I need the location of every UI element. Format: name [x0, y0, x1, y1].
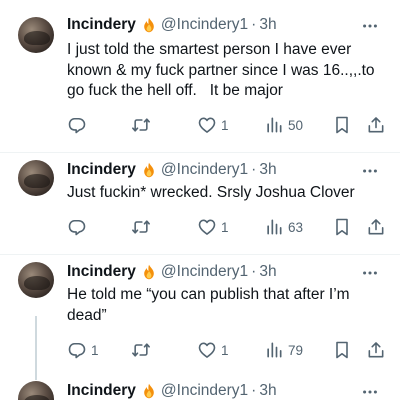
bookmark-icon — [332, 115, 352, 135]
share-icon — [366, 115, 386, 135]
avatar[interactable] — [18, 262, 54, 298]
retweet-icon — [131, 217, 151, 237]
tweet-2[interactable]: Incindery @Incindery1 · 3h Just fuckin* … — [0, 153, 400, 255]
timestamp[interactable]: 3h — [259, 161, 276, 179]
views-chart-icon — [264, 115, 284, 135]
avatar[interactable] — [18, 17, 54, 53]
display-name[interactable]: Incindery — [67, 263, 136, 281]
user-handle[interactable]: @Incindery1 — [161, 16, 248, 34]
share-button[interactable] — [366, 338, 386, 362]
views-button[interactable]: 50 — [264, 113, 303, 137]
retweet-icon — [131, 115, 151, 135]
reply-button[interactable] — [67, 215, 91, 239]
reply-icon — [67, 217, 87, 237]
fire-emoji-icon — [141, 17, 157, 33]
views-button[interactable]: 79 — [264, 338, 303, 362]
reply-icon — [67, 340, 87, 360]
share-button[interactable] — [366, 113, 386, 137]
views-chart-icon — [264, 340, 284, 360]
like-count: 1 — [221, 219, 229, 235]
display-name[interactable]: Incindery — [67, 161, 136, 179]
view-count: 79 — [288, 342, 304, 358]
separator-dot: · — [251, 263, 257, 280]
fire-emoji-icon — [141, 264, 157, 280]
fire-emoji-icon — [141, 162, 157, 178]
heart-icon — [197, 217, 217, 237]
retweet-button[interactable] — [131, 215, 155, 239]
like-count: 1 — [221, 117, 229, 133]
heart-icon — [197, 340, 217, 360]
share-icon — [366, 340, 386, 360]
user-handle[interactable]: @Incindery1 — [161, 382, 248, 400]
views-chart-icon — [264, 217, 284, 237]
tweet-actions: 1 50 — [67, 113, 388, 137]
retweet-icon — [131, 340, 151, 360]
tweet-actions: 1 1 79 — [67, 338, 388, 362]
timestamp[interactable]: 3h — [259, 382, 276, 400]
timestamp[interactable]: 3h — [259, 16, 276, 34]
like-button[interactable]: 1 — [197, 215, 229, 239]
bookmark-icon — [332, 340, 352, 360]
like-count: 1 — [221, 342, 229, 358]
separator-dot: · — [251, 161, 257, 178]
display-name[interactable]: Incindery — [67, 382, 136, 400]
bookmark-button[interactable] — [332, 113, 352, 137]
tweet-header: Incindery @Incindery1 · 3h — [67, 14, 277, 36]
tweet-1[interactable]: Incindery @Incindery1 · 3h I just told t… — [0, 0, 400, 152]
reply-icon — [67, 115, 87, 135]
tweet-header: Incindery @Incindery1 · 3h — [67, 261, 277, 283]
like-button[interactable]: 1 — [197, 338, 229, 362]
view-count: 50 — [288, 117, 304, 133]
user-handle[interactable]: @Incindery1 — [161, 263, 248, 281]
display-name[interactable]: Incindery — [67, 16, 136, 34]
tweet-header: Incindery @Incindery1 · 3h — [67, 380, 277, 400]
more-dots-icon[interactable] — [360, 263, 380, 283]
reply-button[interactable]: 1 — [67, 338, 99, 362]
more-dots-icon[interactable] — [360, 161, 380, 181]
tweet-text: He told me “you can publish that after I… — [67, 286, 354, 324]
user-handle[interactable]: @Incindery1 — [161, 161, 248, 179]
share-button[interactable] — [366, 215, 386, 239]
retweet-button[interactable] — [131, 338, 155, 362]
reply-count: 1 — [91, 342, 99, 358]
heart-icon — [197, 115, 217, 135]
tweet-text: Just fuckin* wrecked. Srsly Joshua Clove… — [67, 184, 355, 201]
retweet-button[interactable] — [131, 113, 155, 137]
more-dots-icon[interactable] — [360, 382, 380, 400]
view-count: 63 — [288, 219, 304, 235]
reply-button[interactable] — [67, 113, 91, 137]
more-dots-icon[interactable] — [360, 16, 380, 36]
bookmark-icon — [332, 217, 352, 237]
tweet-actions: 1 63 — [67, 215, 388, 239]
like-button[interactable]: 1 — [197, 113, 229, 137]
bookmark-button[interactable] — [332, 338, 352, 362]
bookmark-button[interactable] — [332, 215, 352, 239]
tweet-4[interactable]: Incindery @Incindery1 · 3h — [0, 375, 400, 400]
timestamp[interactable]: 3h — [259, 263, 276, 281]
separator-dot: · — [251, 16, 257, 33]
avatar[interactable] — [18, 381, 54, 400]
views-button[interactable]: 63 — [264, 215, 303, 239]
fire-emoji-icon — [141, 383, 157, 399]
tweet-header: Incindery @Incindery1 · 3h — [67, 159, 277, 181]
tweet-text: I just told the smartest person I have e… — [67, 41, 379, 99]
share-icon — [366, 217, 386, 237]
tweet-3[interactable]: Incindery @Incindery1 · 3h He told me “y… — [0, 255, 400, 375]
avatar[interactable] — [18, 160, 54, 196]
separator-dot: · — [251, 382, 257, 399]
